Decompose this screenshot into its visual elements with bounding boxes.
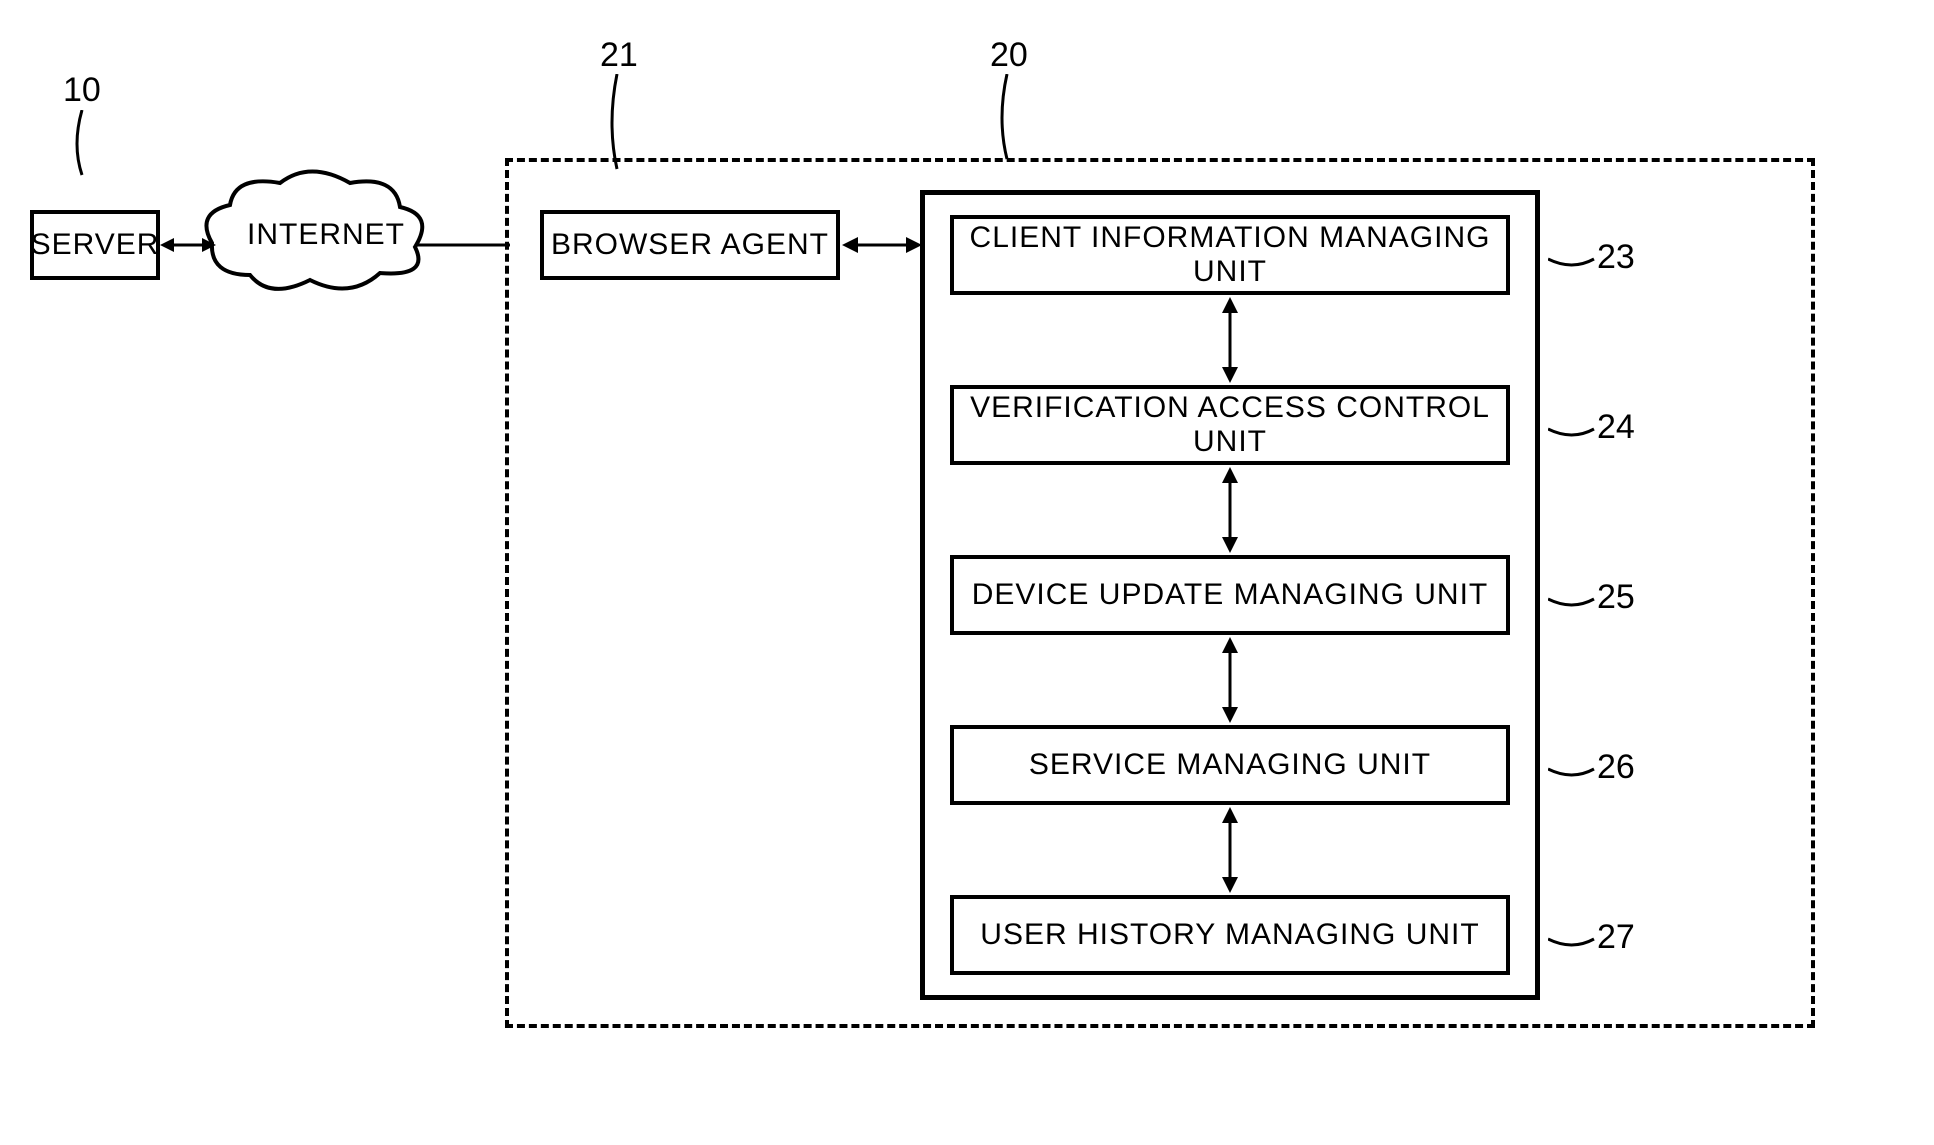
label-23: 23 [1597, 238, 1635, 277]
unit-27-text: USER HISTORY MANAGING UNIT [980, 918, 1479, 952]
unit-24-text: VERIFICATION ACCESS CONTROL UNIT [954, 391, 1506, 459]
server-text: SERVER [31, 228, 160, 262]
label-26: 26 [1597, 748, 1635, 787]
leader-23 [1548, 245, 1596, 273]
leader-25 [1548, 585, 1596, 613]
unit-25-box: DEVICE UPDATE MANAGING UNIT [950, 555, 1510, 635]
unit-25-text: DEVICE UPDATE MANAGING UNIT [972, 578, 1489, 612]
arrow-server-internet [160, 233, 216, 257]
internet-text: INTERNET [247, 218, 405, 252]
label-10: 10 [63, 71, 101, 110]
label-21: 21 [600, 36, 638, 75]
unit-26-text: SERVICE MANAGING UNIT [1029, 748, 1431, 782]
line-internet-outer [415, 233, 510, 257]
leader-10 [70, 110, 100, 180]
label-20: 20 [990, 36, 1028, 75]
leader-24 [1548, 415, 1596, 443]
unit-23-text: CLIENT INFORMATION MANAGING UNIT [954, 221, 1506, 289]
label-27: 27 [1597, 918, 1635, 957]
browser-agent-box: BROWSER AGENT [540, 210, 840, 280]
leader-27 [1548, 925, 1596, 953]
arrow-25-26 [1218, 637, 1242, 723]
unit-23-box: CLIENT INFORMATION MANAGING UNIT [950, 215, 1510, 295]
unit-24-box: VERIFICATION ACCESS CONTROL UNIT [950, 385, 1510, 465]
label-24: 24 [1597, 408, 1635, 447]
leader-26 [1548, 755, 1596, 783]
arrow-26-27 [1218, 807, 1242, 893]
server-box: SERVER [30, 210, 160, 280]
browser-agent-text: BROWSER AGENT [551, 228, 829, 262]
leader-20 [995, 74, 1025, 164]
arrow-browser-units [842, 233, 922, 257]
unit-26-box: SERVICE MANAGING UNIT [950, 725, 1510, 805]
diagram-canvas: 10 21 20 SERVER INTERNET BROWSER AGENT [0, 0, 1934, 1145]
arrow-24-25 [1218, 467, 1242, 553]
unit-27-box: USER HISTORY MANAGING UNIT [950, 895, 1510, 975]
arrow-23-24 [1218, 297, 1242, 383]
label-25: 25 [1597, 578, 1635, 617]
